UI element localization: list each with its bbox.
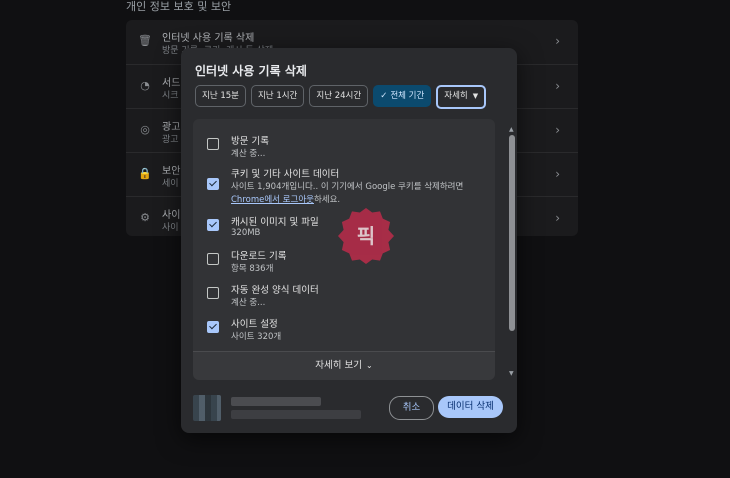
- scrollbar[interactable]: ▲ ▼: [509, 126, 515, 380]
- row-subtitle: 사이: [162, 223, 179, 233]
- row-title: 서드: [162, 78, 181, 89]
- dialog-title: 인터넷 사용 기록 삭제: [195, 64, 307, 78]
- scroll-thumb[interactable]: [509, 135, 515, 331]
- cancel-button[interactable]: 취소: [389, 396, 434, 420]
- option-subtitle: 계산 중...: [231, 149, 266, 159]
- option-subtitle: 사이트 1,904개입니다.. 이 기기에서 Google 쿠키를 삭제하려면: [231, 182, 464, 192]
- sign-out-link[interactable]: Chrome에서 로그아웃: [231, 195, 314, 205]
- chip-last-15-min[interactable]: 지난 15분: [195, 85, 246, 107]
- show-more-button[interactable]: 자세히 보기 ⌄: [193, 351, 495, 380]
- row-subtitle: 광고: [162, 135, 179, 145]
- checkbox-autofill[interactable]: [207, 287, 219, 299]
- option-title: 다운로드 기록: [231, 251, 287, 262]
- checkbox-cached-images[interactable]: [207, 219, 219, 231]
- section-title: 개인 정보 보호 및 보안: [126, 0, 232, 13]
- chip-last-24-hours[interactable]: 지난 24시간: [309, 85, 369, 107]
- option-title: 방문 기록: [231, 136, 269, 147]
- option-subtitle: 320MB: [231, 228, 261, 238]
- checkbox-cookies[interactable]: [207, 178, 219, 190]
- chip-last-hour[interactable]: 지난 1시간: [250, 85, 305, 107]
- tune-icon: ⚙: [140, 211, 150, 224]
- checkbox-download-history[interactable]: [207, 253, 219, 265]
- option-subtitle: 사이트 320개: [231, 332, 282, 342]
- lock-icon: 🔒: [138, 167, 152, 180]
- chevron-right-icon: ›: [555, 167, 560, 181]
- scroll-down-arrow-icon[interactable]: ▼: [509, 370, 514, 377]
- scroll-up-arrow-icon[interactable]: ▲: [509, 126, 514, 133]
- delete-data-button[interactable]: 데이터 삭제: [438, 396, 503, 418]
- option-subtitle-line2: Chrome에서 로그아웃하세요.: [231, 193, 340, 205]
- row-title: 보안: [162, 166, 181, 177]
- checkbox-site-settings[interactable]: [207, 321, 219, 333]
- chip-all-time[interactable]: ✓ 전체 기간: [373, 85, 432, 107]
- show-more-label: 자세히 보기: [315, 360, 363, 371]
- row-title: 인터넷 사용 기록 삭제: [162, 33, 255, 44]
- option-title: 쿠키 및 기타 사이트 데이터: [231, 169, 340, 180]
- option-title: 사이트 설정: [231, 319, 278, 330]
- row-title: 광고: [162, 122, 181, 133]
- more-ranges-dropdown[interactable]: 자세히 ▼: [436, 85, 487, 109]
- row-subtitle: 시크: [162, 91, 179, 101]
- chevron-right-icon: ›: [555, 34, 560, 48]
- chevron-right-icon: ›: [555, 79, 560, 93]
- account-email-redacted: [231, 410, 361, 419]
- dropdown-label: 자세히: [444, 91, 468, 101]
- trash-icon: 🗑: [138, 34, 152, 47]
- ads-icon: ◎: [140, 123, 150, 136]
- row-title: 사이: [162, 210, 181, 221]
- chevron-down-icon: ⌄: [366, 361, 373, 370]
- checkbox-browsing-history[interactable]: [207, 138, 219, 150]
- option-subtitle: 항목 836개: [231, 264, 274, 274]
- signed-in-account-blurred: [193, 391, 383, 425]
- chevron-right-icon: ›: [555, 211, 560, 225]
- option-title: 자동 완성 양식 데이터: [231, 285, 319, 296]
- option-subtitle: 계산 중...: [231, 298, 266, 308]
- option-subtitle-rest: 하세요.: [313, 195, 341, 205]
- option-title: 캐시된 이미지 및 파일: [231, 217, 319, 228]
- time-range-chips: 지난 15분 지난 1시간 지난 24시간 ✓ 전체 기간 자세히 ▼: [195, 85, 487, 109]
- caret-down-icon: ▼: [472, 92, 479, 100]
- row-subtitle: 세이: [162, 179, 179, 189]
- chip-all-time-label: 전체 기간: [390, 91, 425, 101]
- chevron-right-icon: ›: [555, 123, 560, 137]
- account-name-redacted: [231, 397, 321, 406]
- avatar: [193, 395, 221, 421]
- check-icon: ✓: [380, 91, 388, 101]
- cookie-icon: ◔: [140, 79, 150, 92]
